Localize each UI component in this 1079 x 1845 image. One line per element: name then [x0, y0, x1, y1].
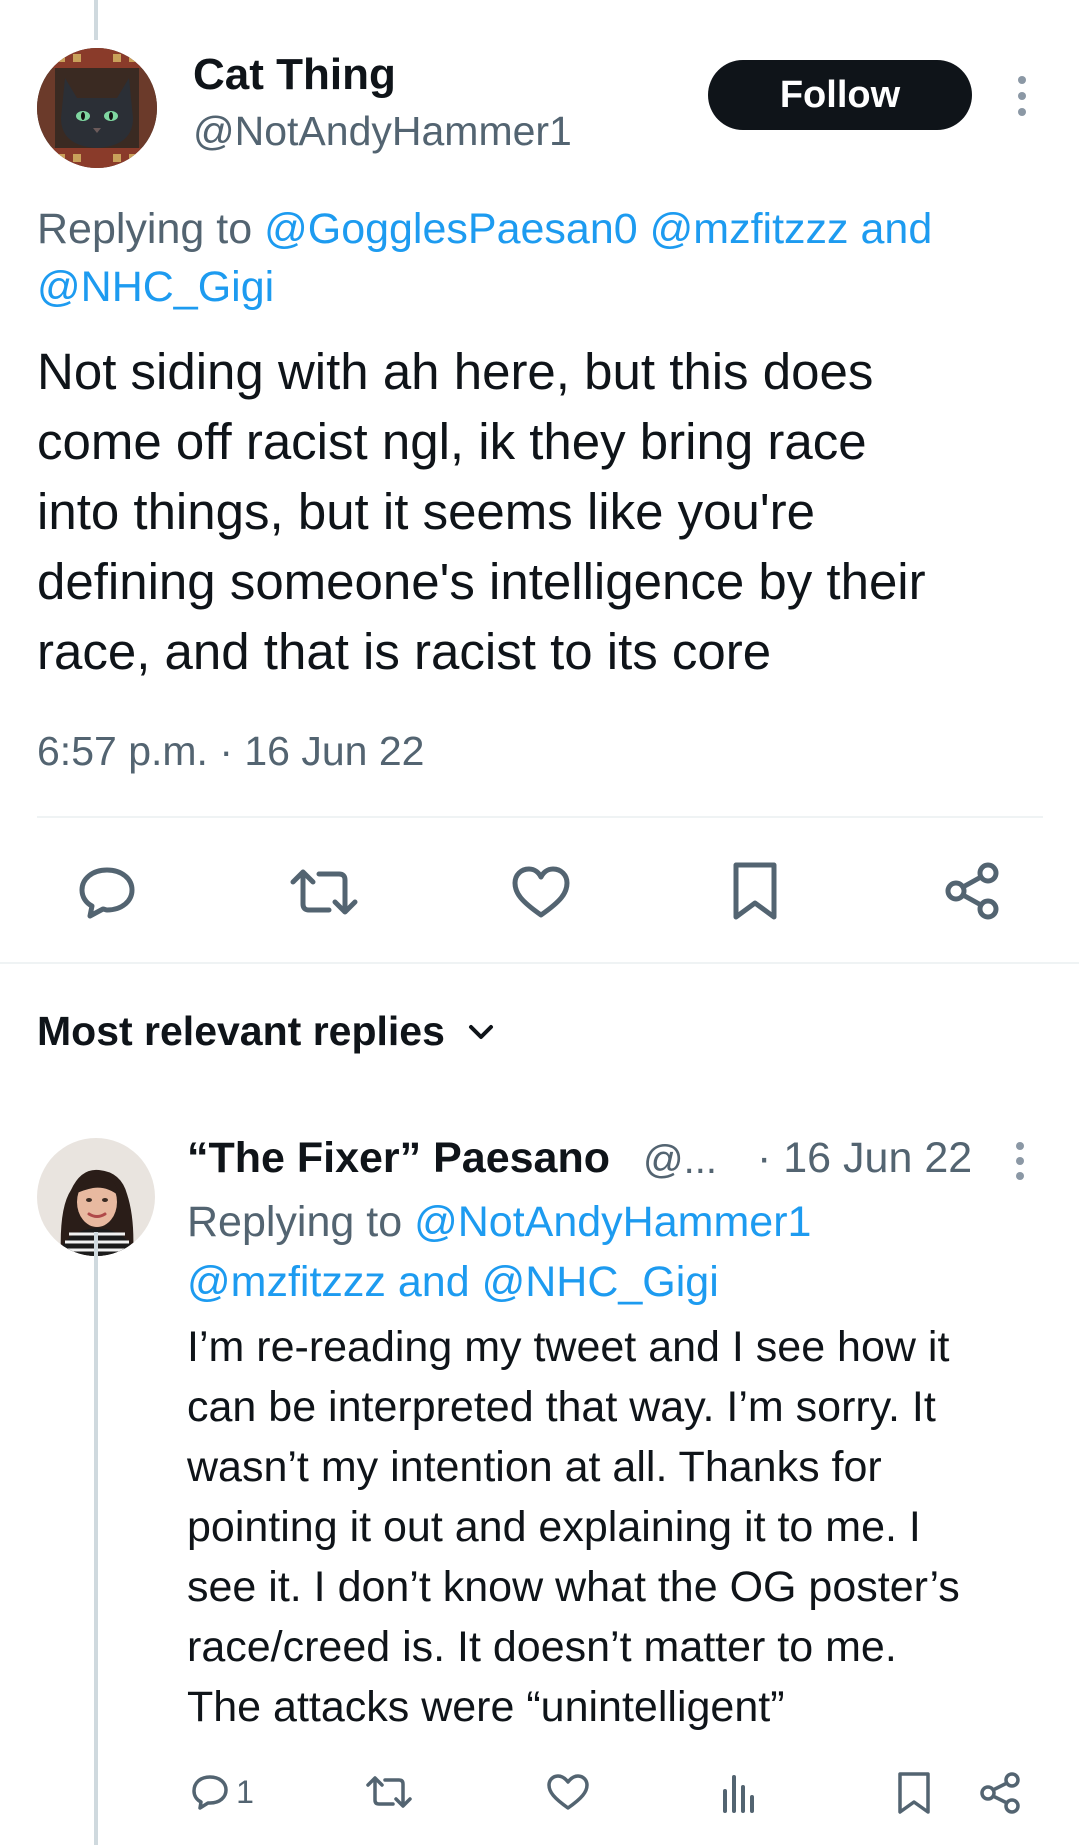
reply-count: 1 — [236, 1773, 254, 1810]
author-handle[interactable]: @NotAndyHammer1 — [193, 108, 572, 155]
thread-line — [94, 0, 98, 40]
reply-icon — [192, 1775, 228, 1810]
replies-sort-label: Most relevant replies — [37, 1008, 445, 1054]
more-options-icon[interactable] — [1014, 1142, 1026, 1180]
replying-to-link[interactable]: @NotAndyHammer1 — [414, 1198, 811, 1246]
replying-to: Replying to @GogglesPaesan0 @mzfitzzz an… — [37, 200, 1047, 316]
share-button[interactable] — [978, 1770, 1022, 1816]
share-icon — [980, 1772, 1020, 1814]
reply-button[interactable]: 1 — [187, 1770, 257, 1814]
replying-to-prefix: Replying to — [37, 205, 253, 253]
retweet-button[interactable] — [364, 1772, 414, 1812]
reply-author-display-name[interactable]: “The Fixer” Paesano — [187, 1134, 610, 1183]
bookmark-icon — [898, 1772, 930, 1814]
like-button[interactable] — [510, 864, 572, 920]
tweet-text: Not siding with ah here, but this does c… — [37, 343, 926, 680]
reply-timestamp[interactable]: · 16 Jun 22 — [757, 1134, 972, 1183]
tweet-timestamp[interactable]: 6:57 p.m. · 16 Jun 22 — [37, 728, 424, 775]
reply-button[interactable] — [74, 864, 140, 920]
like-icon — [512, 866, 570, 918]
bookmark-button[interactable] — [730, 860, 780, 922]
divider — [0, 962, 1079, 964]
analytics-icon — [723, 1775, 754, 1813]
author-avatar[interactable] — [37, 48, 157, 168]
retweet-button[interactable] — [288, 864, 360, 920]
like-button[interactable] — [545, 1772, 591, 1812]
like-icon — [547, 1774, 589, 1810]
replying-to-and[interactable]: and — [860, 205, 932, 253]
chevron-down-icon — [467, 1022, 495, 1042]
replies-sort-dropdown[interactable]: Most relevant replies — [37, 1008, 495, 1055]
replying-to-link[interactable]: @mzfitzzz — [187, 1258, 386, 1306]
reply-replying-to: Replying to @NotAndyHammer1 @mzfitzzz an… — [187, 1192, 1067, 1312]
author-display-name[interactable]: Cat Thing — [193, 50, 396, 100]
share-button[interactable] — [942, 860, 1002, 922]
reply-icon — [79, 867, 135, 919]
replying-to-link[interactable]: @GogglesPaesan0 — [264, 205, 638, 253]
reply-text: I’m re-reading my tweet and I see how it… — [187, 1323, 960, 1731]
replying-to-link[interactable]: @mzfitzzz — [650, 205, 849, 253]
reply-author-handle[interactable]: @... — [643, 1138, 717, 1183]
replying-to-and[interactable]: and — [398, 1258, 470, 1306]
replying-to-link[interactable]: @NHC_Gigi — [482, 1258, 719, 1306]
share-icon — [945, 862, 999, 920]
retweet-icon — [290, 869, 358, 915]
replying-to-prefix: Replying to — [187, 1198, 403, 1246]
divider — [37, 816, 1043, 818]
more-options-icon[interactable] — [1016, 76, 1028, 116]
replying-to-link[interactable]: @NHC_Gigi — [37, 263, 274, 311]
retweet-icon — [366, 1776, 412, 1808]
bookmark-icon — [733, 862, 777, 920]
views-button[interactable] — [718, 1772, 758, 1814]
bookmark-button[interactable] — [896, 1770, 932, 1816]
thread-line — [94, 1232, 98, 1845]
follow-button[interactable]: Follow — [708, 60, 972, 130]
